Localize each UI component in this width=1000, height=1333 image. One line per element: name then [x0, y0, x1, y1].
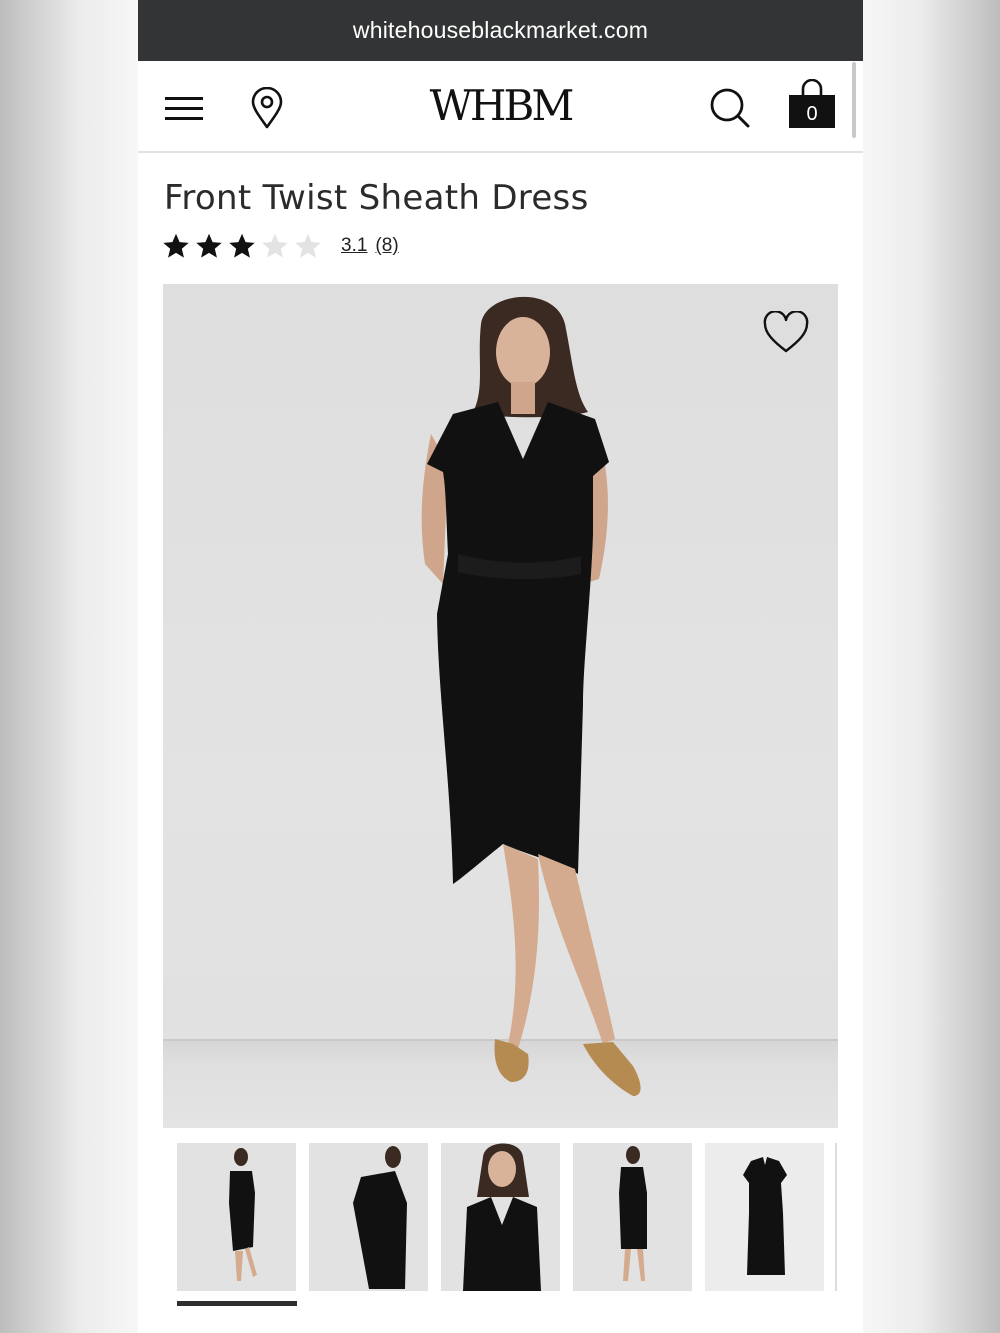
star-empty-icon	[295, 233, 321, 258]
thumbnail-next-peek[interactable]	[835, 1143, 837, 1291]
site-header: WHBM 0	[138, 61, 863, 153]
star-filled-icon	[229, 233, 255, 258]
search-icon[interactable]	[709, 87, 751, 129]
browser-url-bar[interactable]: whitehouseblackmarket.com	[138, 0, 863, 61]
rating-value-link[interactable]: 3.1	[341, 235, 367, 257]
star-filled-icon	[163, 233, 189, 258]
thumbnail-front-closeup[interactable]	[441, 1143, 560, 1291]
url-text: whitehouseblackmarket.com	[352, 17, 649, 43]
thumbnail-active-indicator	[177, 1301, 297, 1306]
thumbnail-front-full[interactable]	[177, 1143, 296, 1291]
bag-count-badge: 0	[806, 103, 818, 125]
heart-favorite-icon[interactable]	[763, 311, 809, 355]
product-main-image[interactable]	[163, 284, 838, 1128]
thumbnail-side-jacket[interactable]	[309, 1143, 428, 1291]
thumbnail-strip	[177, 1143, 863, 1313]
thumbnail-back-full[interactable]	[573, 1143, 692, 1291]
brand-logo[interactable]: WHBM	[138, 81, 863, 130]
product-rating: 3.1 (8)	[162, 230, 399, 262]
star-empty-icon	[262, 233, 288, 258]
mobile-page: whitehouseblackmarket.com WHBM 0 Front T…	[138, 0, 863, 1333]
page-scrollbar[interactable]	[852, 62, 856, 138]
star-filled-icon	[196, 233, 222, 258]
product-title: Front Twist Sheath Dress	[164, 178, 589, 218]
model-photo-illustration	[421, 296, 641, 1096]
thumbnail-flat-lay[interactable]	[705, 1143, 824, 1291]
review-count-link[interactable]: (8)	[375, 235, 398, 257]
